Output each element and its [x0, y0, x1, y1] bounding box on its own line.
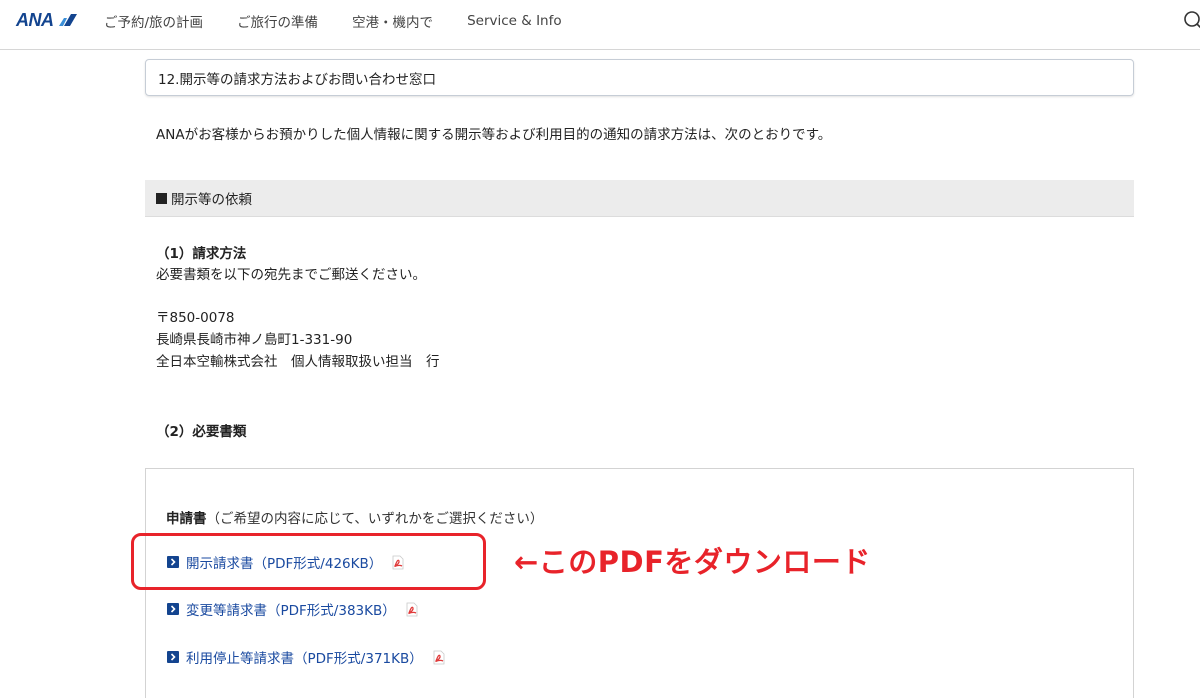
pdf-icon — [433, 650, 445, 664]
nav-item-booking[interactable]: ご予約/旅の計画 — [104, 11, 203, 31]
annotation-highlight-box — [131, 533, 486, 590]
postal-code: 〒850-0078 — [156, 310, 235, 326]
subheading-disclosure-request: 開示等の依頼 — [145, 180, 1134, 217]
ana-wing-icon — [58, 14, 77, 26]
link-change-request-pdf[interactable]: 変更等請求書（PDF形式/383KB） — [167, 600, 419, 619]
form-label: 申請書 — [166, 511, 207, 527]
subheading-text: 開示等の依頼 — [171, 192, 252, 208]
chevron-right-icon — [167, 651, 179, 663]
method-instruction: 必要書類を以下の宛先までご郵送ください。 — [156, 267, 426, 283]
chevron-right-icon — [167, 603, 179, 615]
annotation-text: ←このPDFをダウンロード — [514, 545, 871, 579]
square-bullet-icon — [156, 193, 167, 204]
search-icon[interactable] — [1183, 10, 1200, 30]
pdf-icon — [406, 602, 418, 616]
recipient: 全日本空輸株式会社 個人情報取扱い担当 行 — [156, 354, 440, 370]
section-title: 12.開示等の請求方法およびお問い合わせ窓口 — [145, 59, 1134, 96]
form-heading: 申請書（ご希望の内容に応じて、いずれかをご選択ください） — [166, 507, 543, 527]
documents-heading: （2）必要書類 — [156, 424, 247, 440]
link-label: 利用停止等請求書（PDF形式/371KB） — [186, 651, 423, 667]
site-header: ANA ご予約/旅の計画 ご旅行の準備 空港・機内で Service & Inf… — [0, 0, 1200, 50]
main-nav: ご予約/旅の計画 ご旅行の準備 空港・機内で Service & Info — [104, 0, 596, 42]
nav-item-preparation[interactable]: ご旅行の準備 — [237, 11, 318, 31]
address: 長崎県長崎市神ノ島町1-331-90 — [156, 332, 353, 348]
ana-logo[interactable]: ANA — [16, 9, 78, 31]
link-suspension-request-pdf[interactable]: 利用停止等請求書（PDF形式/371KB） — [167, 648, 446, 667]
method-heading: （1）請求方法 — [156, 246, 247, 262]
form-note: （ご希望の内容に応じて、いずれかをご選択ください） — [206, 511, 544, 527]
intro-text: ANAがお客様からお預かりした個人情報に関する開示等および利用目的の通知の請求方… — [156, 127, 832, 143]
link-label: 変更等請求書（PDF形式/383KB） — [186, 603, 396, 619]
logo-text: ANA — [16, 9, 54, 30]
nav-item-service-info[interactable]: Service & Info — [467, 13, 562, 29]
nav-item-airport[interactable]: 空港・機内で — [352, 11, 433, 31]
